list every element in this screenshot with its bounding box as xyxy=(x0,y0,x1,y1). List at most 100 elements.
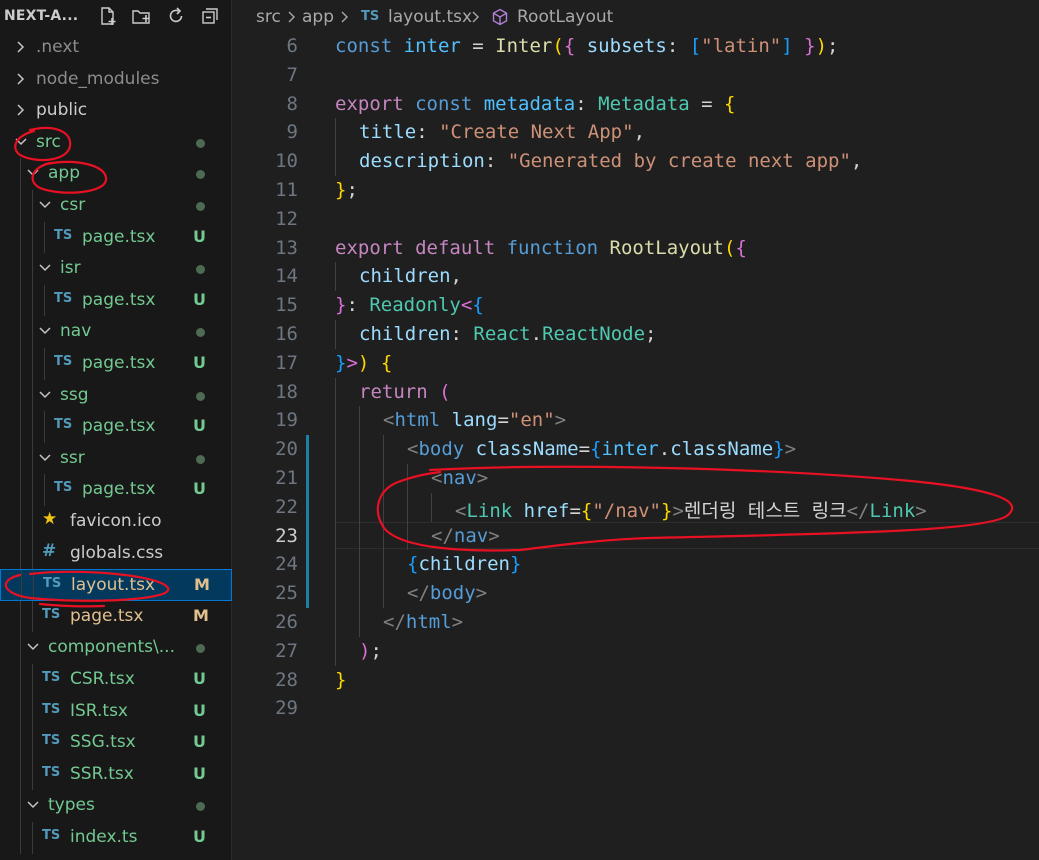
chevron-down-icon[interactable] xyxy=(14,135,28,149)
tree-item-label: node_modules xyxy=(36,68,160,89)
code-line[interactable]: 26 </html> xyxy=(234,608,1039,637)
tree-item[interactable]: TS layout.tsx M xyxy=(0,569,232,601)
tree-item-label: csr xyxy=(60,195,86,215)
indent-guide xyxy=(21,570,22,600)
tree-item[interactable]: TS page.tsx U xyxy=(0,411,232,443)
indent-guide xyxy=(32,442,33,475)
tree-item[interactable]: nav xyxy=(0,316,232,348)
indent-guide xyxy=(32,474,33,506)
refresh-icon[interactable] xyxy=(166,6,186,26)
tree-item[interactable]: ssg xyxy=(0,379,232,412)
code-line[interactable]: 17}>) { xyxy=(234,349,1039,378)
tree-item-label: page.tsx xyxy=(82,416,156,437)
tree-item[interactable]: TS page.tsx U xyxy=(0,284,232,317)
indent-guide xyxy=(20,158,21,190)
explorer-title[interactable]: NEXT-A... xyxy=(4,8,78,24)
indent-guide xyxy=(44,221,45,254)
breadcrumb: src app TS layout.tsx RootLayout xyxy=(234,0,1039,34)
new-file-icon[interactable] xyxy=(98,6,118,26)
chevron-down-icon[interactable] xyxy=(38,261,52,275)
tree-item[interactable]: TS page.tsx U xyxy=(0,221,232,254)
tree-item[interactable]: # globals.css xyxy=(0,537,232,570)
tree-item[interactable]: TS page.tsx U xyxy=(0,474,232,506)
code-line[interactable]: 22 <Link href={"/nav"}>렌더링 테스트 링크</Link> xyxy=(234,492,1039,522)
tree-item[interactable]: TS CSR.tsx U xyxy=(0,664,232,696)
indent-guide xyxy=(359,464,360,493)
chevron-right-icon[interactable] xyxy=(14,72,28,86)
tree-item[interactable]: app xyxy=(0,158,232,190)
code-line[interactable]: 8 export const metadata: Metadata = { xyxy=(234,90,1039,119)
tree-item[interactable]: public xyxy=(0,95,232,127)
chevron-down-icon[interactable] xyxy=(38,388,52,402)
chevron-down-icon[interactable] xyxy=(38,198,52,212)
code-line[interactable]: 11}; xyxy=(234,176,1039,205)
tree-item[interactable]: ssr xyxy=(0,442,232,475)
line-number: 23 xyxy=(275,524,298,547)
breadcrumb-rootlayout[interactable]: RootLayout xyxy=(517,7,613,27)
chevron-down-icon[interactable] xyxy=(38,451,52,465)
line-number: 22 xyxy=(275,495,298,518)
tree-item[interactable]: node_modules xyxy=(0,64,232,96)
chevron-right-icon[interactable] xyxy=(14,40,28,54)
git-status-dot xyxy=(196,170,205,180)
breadcrumb-src[interactable]: src xyxy=(256,7,281,27)
code-line[interactable]: 7 xyxy=(234,61,1039,90)
code-line[interactable]: 12 xyxy=(234,205,1039,234)
collapse-all-icon[interactable] xyxy=(200,6,220,26)
tree-item[interactable]: components\... xyxy=(0,632,232,664)
new-folder-icon[interactable] xyxy=(131,6,151,26)
code-line[interactable]: 10 description: "Generated by create next… xyxy=(234,147,1039,176)
chevron-down-icon[interactable] xyxy=(26,166,40,180)
tree-item[interactable]: src xyxy=(0,127,232,159)
tree-item-label: nav xyxy=(60,321,92,342)
code-line[interactable]: 27); xyxy=(234,636,1039,666)
code-line[interactable]: 6 const inter = Inter({ subsets: ["latin"… xyxy=(234,32,1039,61)
tree-item[interactable]: csr xyxy=(0,190,232,222)
chevron-down-icon[interactable] xyxy=(26,640,40,654)
code-line[interactable]: 24 {children} xyxy=(234,550,1039,580)
code-line[interactable]: 9 title: "Create Next App", xyxy=(234,118,1039,148)
code-text: export default function RootLayout({ xyxy=(335,236,747,259)
chevron-down-icon[interactable] xyxy=(38,324,52,338)
code-line[interactable]: 19 <html lang="en"> xyxy=(234,406,1039,436)
tree-item[interactable]: ★ favicon.ico xyxy=(0,506,232,538)
code-line[interactable]: 18 return ( xyxy=(234,377,1039,407)
indent-guide xyxy=(32,316,33,348)
code-line[interactable]: 29 xyxy=(234,694,1039,723)
code-line[interactable]: 20 <body className={inter.className}> xyxy=(234,435,1039,464)
typescript-file-icon: TS xyxy=(43,576,62,592)
code-text: }; xyxy=(335,179,358,201)
chevron-down-icon[interactable] xyxy=(26,798,40,812)
code-line[interactable]: 21 <nav> xyxy=(234,464,1039,493)
indent-guide xyxy=(44,284,45,317)
chevron-right-icon[interactable] xyxy=(14,103,28,117)
git-status-dot xyxy=(196,802,205,812)
tree-item[interactable]: TS SSR.tsx U xyxy=(0,758,232,791)
line-number: 27 xyxy=(275,639,298,662)
code-line[interactable]: 13 export default function RootLayout({ xyxy=(234,234,1039,263)
git-status-badge: U xyxy=(193,700,206,720)
code-text: <nav> xyxy=(431,467,489,489)
tree-item[interactable]: TS page.tsx M xyxy=(0,600,232,633)
code-line[interactable]: 15}: Readonly<{ xyxy=(234,291,1039,320)
line-number: 11 xyxy=(275,179,298,201)
code-line[interactable]: 23 </nav> xyxy=(234,521,1039,551)
tree-item[interactable]: .next xyxy=(0,32,232,64)
tree-item[interactable]: TS index.ts U xyxy=(0,822,232,854)
code-line[interactable]: 14 children, xyxy=(234,262,1039,292)
indent-guide xyxy=(20,727,21,759)
tree-item[interactable]: isr xyxy=(0,253,232,285)
tree-item[interactable]: TS page.tsx U xyxy=(0,348,232,380)
git-status-badge: U xyxy=(193,289,206,309)
code-editor[interactable]: 6 const inter = Inter({ subsets: ["latin"… xyxy=(234,34,1039,860)
breadcrumb-app[interactable]: app xyxy=(302,7,334,27)
tree-item[interactable]: TS ISR.tsx U xyxy=(0,695,232,728)
code-line[interactable]: 25 </body> xyxy=(234,579,1039,608)
tree-item[interactable]: types xyxy=(0,790,232,822)
tree-item[interactable]: TS SSG.tsx U xyxy=(0,727,232,759)
tree-item-label: page.tsx xyxy=(82,226,156,247)
breadcrumb-layout-tsx[interactable]: layout.tsx xyxy=(388,7,472,27)
code-line[interactable]: 16 children: React.ReactNode; xyxy=(234,320,1039,349)
code-line[interactable]: 28} xyxy=(234,666,1039,695)
tree-item-label: public xyxy=(36,100,88,121)
